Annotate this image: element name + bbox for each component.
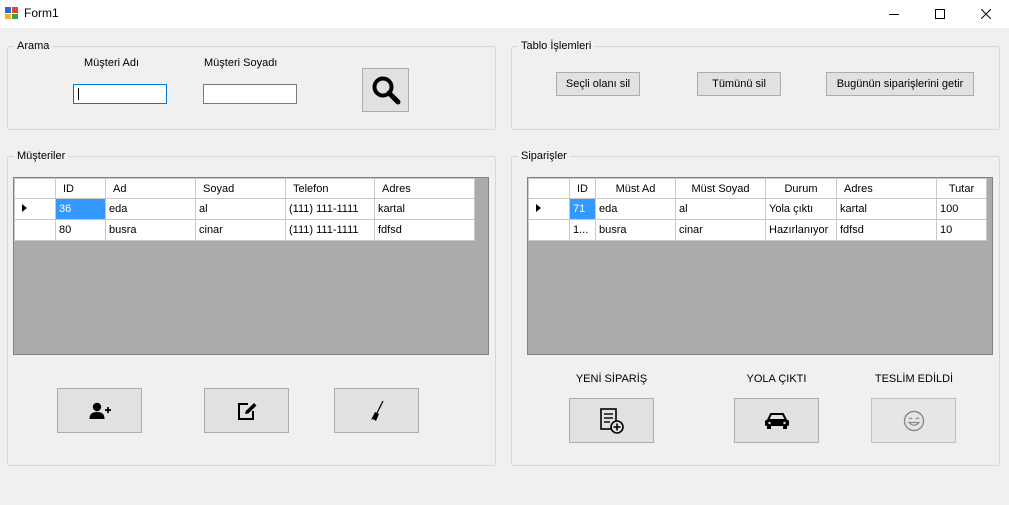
delete-selected-button[interactable]: Seçli olanı sil — [556, 72, 640, 96]
cell-id[interactable]: 71 — [569, 198, 596, 220]
add-customer-button[interactable] — [57, 388, 142, 433]
orders-col-tutar[interactable]: Tutar — [936, 178, 987, 199]
cell-id[interactable]: 1... — [569, 219, 596, 241]
cell-id[interactable]: 80 — [55, 219, 106, 241]
orders-col-id[interactable]: ID — [569, 178, 596, 199]
delivered-label: TESLİM EDİLDİ — [874, 373, 954, 385]
cell-tutar[interactable]: 100 — [936, 198, 987, 220]
current-row-icon — [22, 204, 27, 212]
search-icon — [372, 76, 400, 105]
cell-ad[interactable]: busra — [105, 219, 196, 241]
table-row[interactable]: 36 eda al (111) 111-1111 kartal — [14, 198, 475, 220]
cell-telefon[interactable]: (111) 111-1111 — [285, 198, 375, 220]
cell-ad[interactable]: eda — [105, 198, 196, 220]
cell-id[interactable]: 36 — [55, 198, 106, 220]
on-the-way-label: YOLA ÇIKTI — [746, 373, 807, 385]
customers-col-soyad[interactable]: Soyad — [195, 178, 286, 199]
cell-must-ad[interactable]: eda — [595, 198, 676, 220]
last-name-input[interactable] — [203, 84, 297, 104]
window-title: Form1 — [24, 6, 59, 20]
cell-must-soyad[interactable]: al — [675, 198, 766, 220]
last-name-label: Müşteri Soyadı — [204, 57, 278, 69]
text-caret — [78, 88, 79, 100]
customers-col-adres[interactable]: Adres — [374, 178, 475, 199]
cell-soyad[interactable]: cinar — [195, 219, 286, 241]
minimize-button[interactable] — [871, 0, 917, 28]
first-name-input[interactable] — [73, 84, 167, 104]
delete-all-button[interactable]: Tümünü sil — [697, 72, 781, 96]
cell-tutar[interactable]: 10 — [936, 219, 987, 241]
search-group-title: Arama — [14, 40, 53, 52]
clear-fields-button[interactable] — [334, 388, 419, 433]
orders-col-durum[interactable]: Durum — [765, 178, 837, 199]
app-icon — [5, 7, 18, 19]
cell-must-ad[interactable]: busra — [595, 219, 676, 241]
cell-adres[interactable]: kartal — [374, 198, 475, 220]
customers-corner-cell — [14, 178, 56, 199]
maximize-button[interactable] — [917, 0, 963, 28]
row-header-current[interactable] — [14, 198, 56, 220]
row-header[interactable] — [14, 219, 56, 241]
table-row[interactable]: 1... busra cinar Hazırlanıyor fdfsd 10 — [528, 219, 987, 241]
maximize-icon — [935, 9, 945, 19]
title-bar: Form1 — [0, 0, 1009, 28]
broom-icon — [370, 400, 384, 421]
add-user-icon — [89, 402, 111, 419]
customers-group-title: Müşteriler — [14, 150, 69, 162]
orders-table: ID Müst Ad Müst Soyad Durum Adres Tutar … — [528, 178, 987, 241]
row-header[interactable] — [528, 219, 570, 241]
cell-adres[interactable]: fdfsd — [374, 219, 475, 241]
current-row-icon — [536, 204, 541, 212]
orders-grid[interactable]: ID Müst Ad Müst Soyad Durum Adres Tutar … — [527, 177, 993, 355]
orders-col-must-ad[interactable]: Müst Ad — [595, 178, 676, 199]
cell-durum[interactable]: Yola çıktı — [765, 198, 837, 220]
new-order-button[interactable] — [569, 398, 654, 443]
customers-col-telefon[interactable]: Telefon — [285, 178, 375, 199]
minimize-icon — [889, 14, 899, 15]
customers-header-row: ID Ad Soyad Telefon Adres — [14, 178, 475, 199]
close-button[interactable] — [963, 0, 1009, 28]
row-header-current[interactable] — [528, 198, 570, 220]
customers-col-ad[interactable]: Ad — [105, 178, 196, 199]
customers-grid[interactable]: ID Ad Soyad Telefon Adres 36 eda al (111… — [13, 177, 489, 355]
orders-group-title: Siparişler — [518, 150, 570, 162]
orders-col-adres[interactable]: Adres — [836, 178, 937, 199]
orders-col-must-soyad[interactable]: Müst Soyad — [675, 178, 766, 199]
cell-must-soyad[interactable]: cinar — [675, 219, 766, 241]
orders-header-row: ID Müst Ad Müst Soyad Durum Adres Tutar — [528, 178, 987, 199]
new-order-label: YENİ SİPARİŞ — [575, 373, 648, 385]
smile-icon — [903, 410, 924, 431]
get-today-orders-button[interactable]: Bugünün siparişlerini getir — [826, 72, 974, 96]
close-icon — [981, 9, 991, 19]
on-the-way-button[interactable] — [734, 398, 819, 443]
new-order-icon — [599, 407, 624, 434]
table-ops-group-title: Tablo İşlemleri — [518, 40, 595, 52]
orders-corner-cell — [528, 178, 570, 199]
cell-telefon[interactable]: (111) 111-1111 — [285, 219, 375, 241]
customers-col-id[interactable]: ID — [55, 178, 106, 199]
customers-table: ID Ad Soyad Telefon Adres 36 eda al (111… — [14, 178, 475, 241]
car-icon — [764, 412, 789, 429]
cell-adres[interactable]: kartal — [836, 198, 937, 220]
delivered-button[interactable] — [871, 398, 956, 443]
edit-customer-button[interactable] — [204, 388, 289, 433]
edit-icon — [237, 402, 256, 420]
first-name-label: Müşteri Adı — [84, 57, 140, 69]
table-row[interactable]: 71 eda al Yola çıktı kartal 100 — [528, 198, 987, 220]
cell-durum[interactable]: Hazırlanıyor — [765, 219, 837, 241]
cell-adres[interactable]: fdfsd — [836, 219, 937, 241]
table-row[interactable]: 80 busra cinar (111) 111-1111 fdfsd — [14, 219, 475, 241]
search-button[interactable] — [362, 68, 409, 112]
cell-soyad[interactable]: al — [195, 198, 286, 220]
